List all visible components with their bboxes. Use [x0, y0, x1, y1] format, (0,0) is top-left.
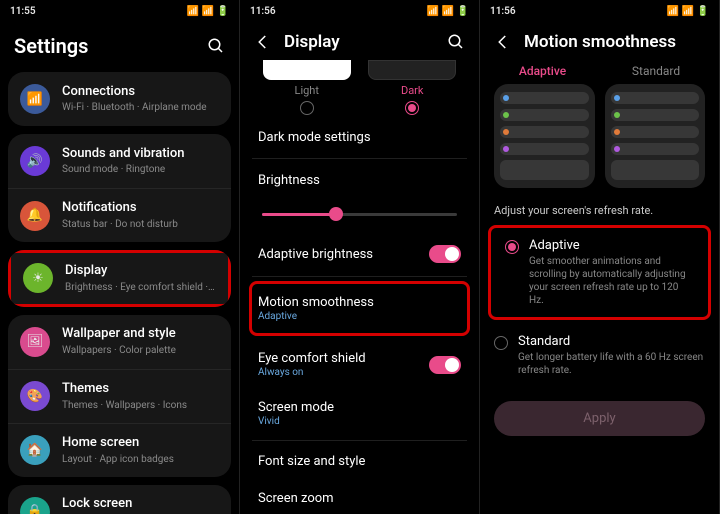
category-icon: 🔊: [20, 146, 50, 176]
brightness-slider[interactable]: [252, 198, 467, 234]
search-icon[interactable]: [207, 37, 225, 55]
radio-icon: [300, 101, 314, 115]
search-icon[interactable]: [447, 33, 465, 51]
preview-cards: [480, 84, 719, 198]
category-icon: 🔒: [20, 497, 50, 514]
header: Display: [240, 22, 479, 60]
settings-list: 📶ConnectionsWi-Fi · Bluetooth · Airplane…: [0, 72, 239, 514]
status-bar: 11:56 📶 📶 🔋: [240, 0, 479, 22]
header: Motion smoothness: [480, 22, 719, 60]
clock: 11:55: [10, 6, 36, 17]
font-size-style[interactable]: Font size and style: [252, 443, 467, 480]
category-icon: ☀: [23, 263, 53, 293]
settings-item-sounds-and-vibration[interactable]: 🔊Sounds and vibrationSound mode · Ringto…: [8, 134, 231, 188]
category-icon: 🏠: [20, 435, 50, 465]
mode-tabs: Adaptive Standard: [480, 60, 719, 84]
theme-dark[interactable]: Dark: [364, 60, 462, 115]
settings-item-home-screen[interactable]: 🏠Home screenLayout · App icon badges: [8, 423, 231, 477]
settings-item-lock-screen[interactable]: 🔒Lock screenScreen lock type · Always On…: [8, 485, 231, 514]
theme-light[interactable]: Light: [258, 60, 356, 115]
motion-smoothness[interactable]: Motion smoothnessAdaptive: [249, 281, 470, 336]
category-icon: 🔔: [20, 201, 50, 231]
screen-mode[interactable]: Screen modeVivid: [252, 389, 467, 438]
description: Adjust your screen's refresh rate.: [480, 198, 719, 221]
status-icons: 📶 📶 🔋: [427, 6, 469, 17]
theme-selector: Light Dark: [252, 60, 467, 119]
page-title: Settings: [14, 34, 195, 58]
display-list: Light Dark Dark mode settings Brightness…: [240, 60, 479, 514]
back-icon[interactable]: [254, 33, 272, 51]
apply-button[interactable]: Apply: [494, 401, 705, 436]
radio-icon: [405, 101, 419, 115]
toggle-icon[interactable]: [429, 245, 461, 263]
brightness-label: Brightness: [252, 161, 467, 198]
settings-item-themes[interactable]: 🎨ThemesThemes · Wallpapers · Icons: [8, 369, 231, 423]
back-icon[interactable]: [494, 33, 512, 51]
settings-screen: 11:55 📶 📶 🔋 Settings 📶ConnectionsWi-Fi ·…: [0, 0, 240, 514]
body: Adaptive Standard Adjust your screen's r…: [480, 60, 719, 514]
tab-standard[interactable]: Standard: [632, 64, 680, 78]
option-standard[interactable]: StandardGet longer battery life with a 6…: [480, 324, 719, 387]
clock: 11:56: [250, 6, 276, 17]
radio-icon: [505, 240, 519, 254]
page-title: Display: [284, 32, 435, 52]
status-bar: 11:55 📶 📶 🔋: [0, 0, 239, 22]
adaptive-brightness[interactable]: Adaptive brightness: [252, 234, 467, 274]
eye-comfort-shield[interactable]: Eye comfort shieldAlways on: [252, 340, 467, 389]
page-title: Motion smoothness: [524, 32, 705, 52]
preview-card: [605, 84, 706, 188]
settings-item-wallpaper-and-style[interactable]: 🖼Wallpaper and styleWallpapers · Color p…: [8, 315, 231, 369]
settings-item-display[interactable]: ☀DisplayBrightness · Eye comfort shield …: [8, 250, 231, 307]
category-icon: 🎨: [20, 381, 50, 411]
display-screen: 11:56 📶 📶 🔋 Display Light Dark Dark mode…: [240, 0, 480, 514]
option-adaptive[interactable]: AdaptiveGet smoother animations and scro…: [488, 225, 711, 320]
radio-icon: [494, 336, 508, 350]
toggle-icon[interactable]: [429, 356, 461, 374]
status-bar: 11:56 📶 📶 🔋: [480, 0, 719, 22]
screen-zoom[interactable]: Screen zoom: [252, 480, 467, 514]
status-icons: 📶 📶 🔋: [187, 6, 229, 17]
settings-item-connections[interactable]: 📶ConnectionsWi-Fi · Bluetooth · Airplane…: [8, 72, 231, 126]
tab-adaptive[interactable]: Adaptive: [519, 64, 566, 78]
status-icons: 📶 📶 🔋: [667, 6, 709, 17]
preview-card: [494, 84, 595, 188]
category-icon: 📶: [20, 84, 50, 114]
settings-item-notifications[interactable]: 🔔NotificationsStatus bar · Do not distur…: [8, 188, 231, 242]
motion-smoothness-screen: 11:56 📶 📶 🔋 Motion smoothness Adaptive S…: [480, 0, 720, 514]
clock: 11:56: [490, 6, 516, 17]
dark-mode-settings[interactable]: Dark mode settings: [252, 119, 467, 156]
header: Settings: [0, 22, 239, 72]
category-icon: 🖼: [20, 327, 50, 357]
